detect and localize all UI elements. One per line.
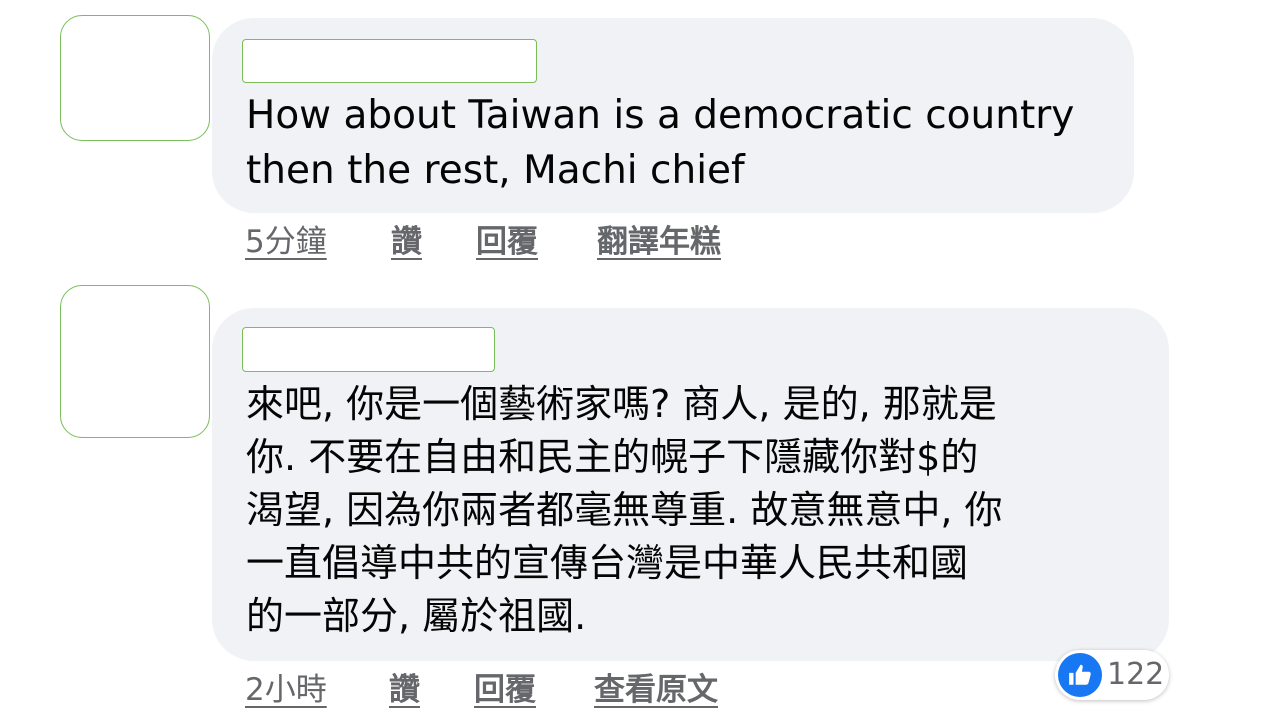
comment-line: 你. 不要在自由和民主的幌子下隱藏你對$的 xyxy=(246,435,979,479)
comment-bubble: How about Taiwan is a democratic country… xyxy=(212,18,1134,213)
comment-line: then the rest, Machi chief xyxy=(246,148,745,193)
like-button[interactable]: 讚 xyxy=(391,220,422,264)
commenter-name[interactable] xyxy=(242,327,495,372)
see-original-button[interactable]: 查看原文 xyxy=(594,668,718,712)
comment-line: How about Taiwan is a democratic country xyxy=(246,93,1075,138)
comment-timestamp[interactable]: 2小時 xyxy=(245,668,327,712)
reply-button[interactable]: 回覆 xyxy=(474,668,536,712)
comment-line: 的一部分, 屬於祖國. xyxy=(246,594,587,638)
comment-timestamp[interactable]: 5分鐘 xyxy=(245,220,327,264)
comment-bubble: 來吧, 你是一個藝術家嗎? 商人, 是的, 那就是 你. 不要在自由和民主的幌子… xyxy=(212,308,1169,661)
reply-button[interactable]: 回覆 xyxy=(476,220,538,264)
comment-line: 渴望, 因為你兩者都毫無尊重. 故意無意中, 你 xyxy=(246,488,1003,532)
comment-line: 一直倡導中共的宣傳台灣是中華人民共和國 xyxy=(246,541,969,585)
reaction-summary[interactable]: 122 xyxy=(1055,650,1169,700)
avatar[interactable] xyxy=(60,285,210,438)
like-button[interactable]: 讚 xyxy=(389,668,420,712)
thumbs-up-icon xyxy=(1058,653,1102,697)
translate-button[interactable]: 翻譯年糕 xyxy=(597,220,721,264)
comment-text: How about Taiwan is a democratic country… xyxy=(246,88,1074,198)
comment-line: 來吧, 你是一個藝術家嗎? 商人, 是的, 那就是 xyxy=(246,382,997,426)
comment-text: 來吧, 你是一個藝術家嗎? 商人, 是的, 那就是 你. 不要在自由和民主的幌子… xyxy=(246,378,1002,643)
commenter-name[interactable] xyxy=(242,39,537,83)
reaction-count: 122 xyxy=(1107,657,1165,692)
avatar[interactable] xyxy=(60,15,210,141)
